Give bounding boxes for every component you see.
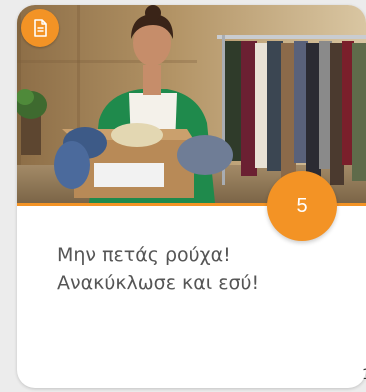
document-icon (34, 19, 47, 37)
content-type-badge (21, 9, 59, 47)
number-badge: 5 (267, 171, 337, 241)
article-card[interactable]: 5 Μην πετάς ρούχα! Ανακύκλωσε και εσύ! (17, 5, 366, 388)
card-title[interactable]: Μην πετάς ρούχα! Ανακύκλωσε και εσύ! (57, 241, 307, 297)
adjacent-card-text: 1 (362, 367, 366, 383)
page: 5 Μην πετάς ρούχα! Ανακύκλωσε και εσύ! 1 (0, 0, 366, 392)
card-title-line-2: Ανακύκλωσε και εσύ! (57, 272, 260, 294)
card-title-line-1: Μην πετάς ρούχα! (57, 244, 231, 266)
